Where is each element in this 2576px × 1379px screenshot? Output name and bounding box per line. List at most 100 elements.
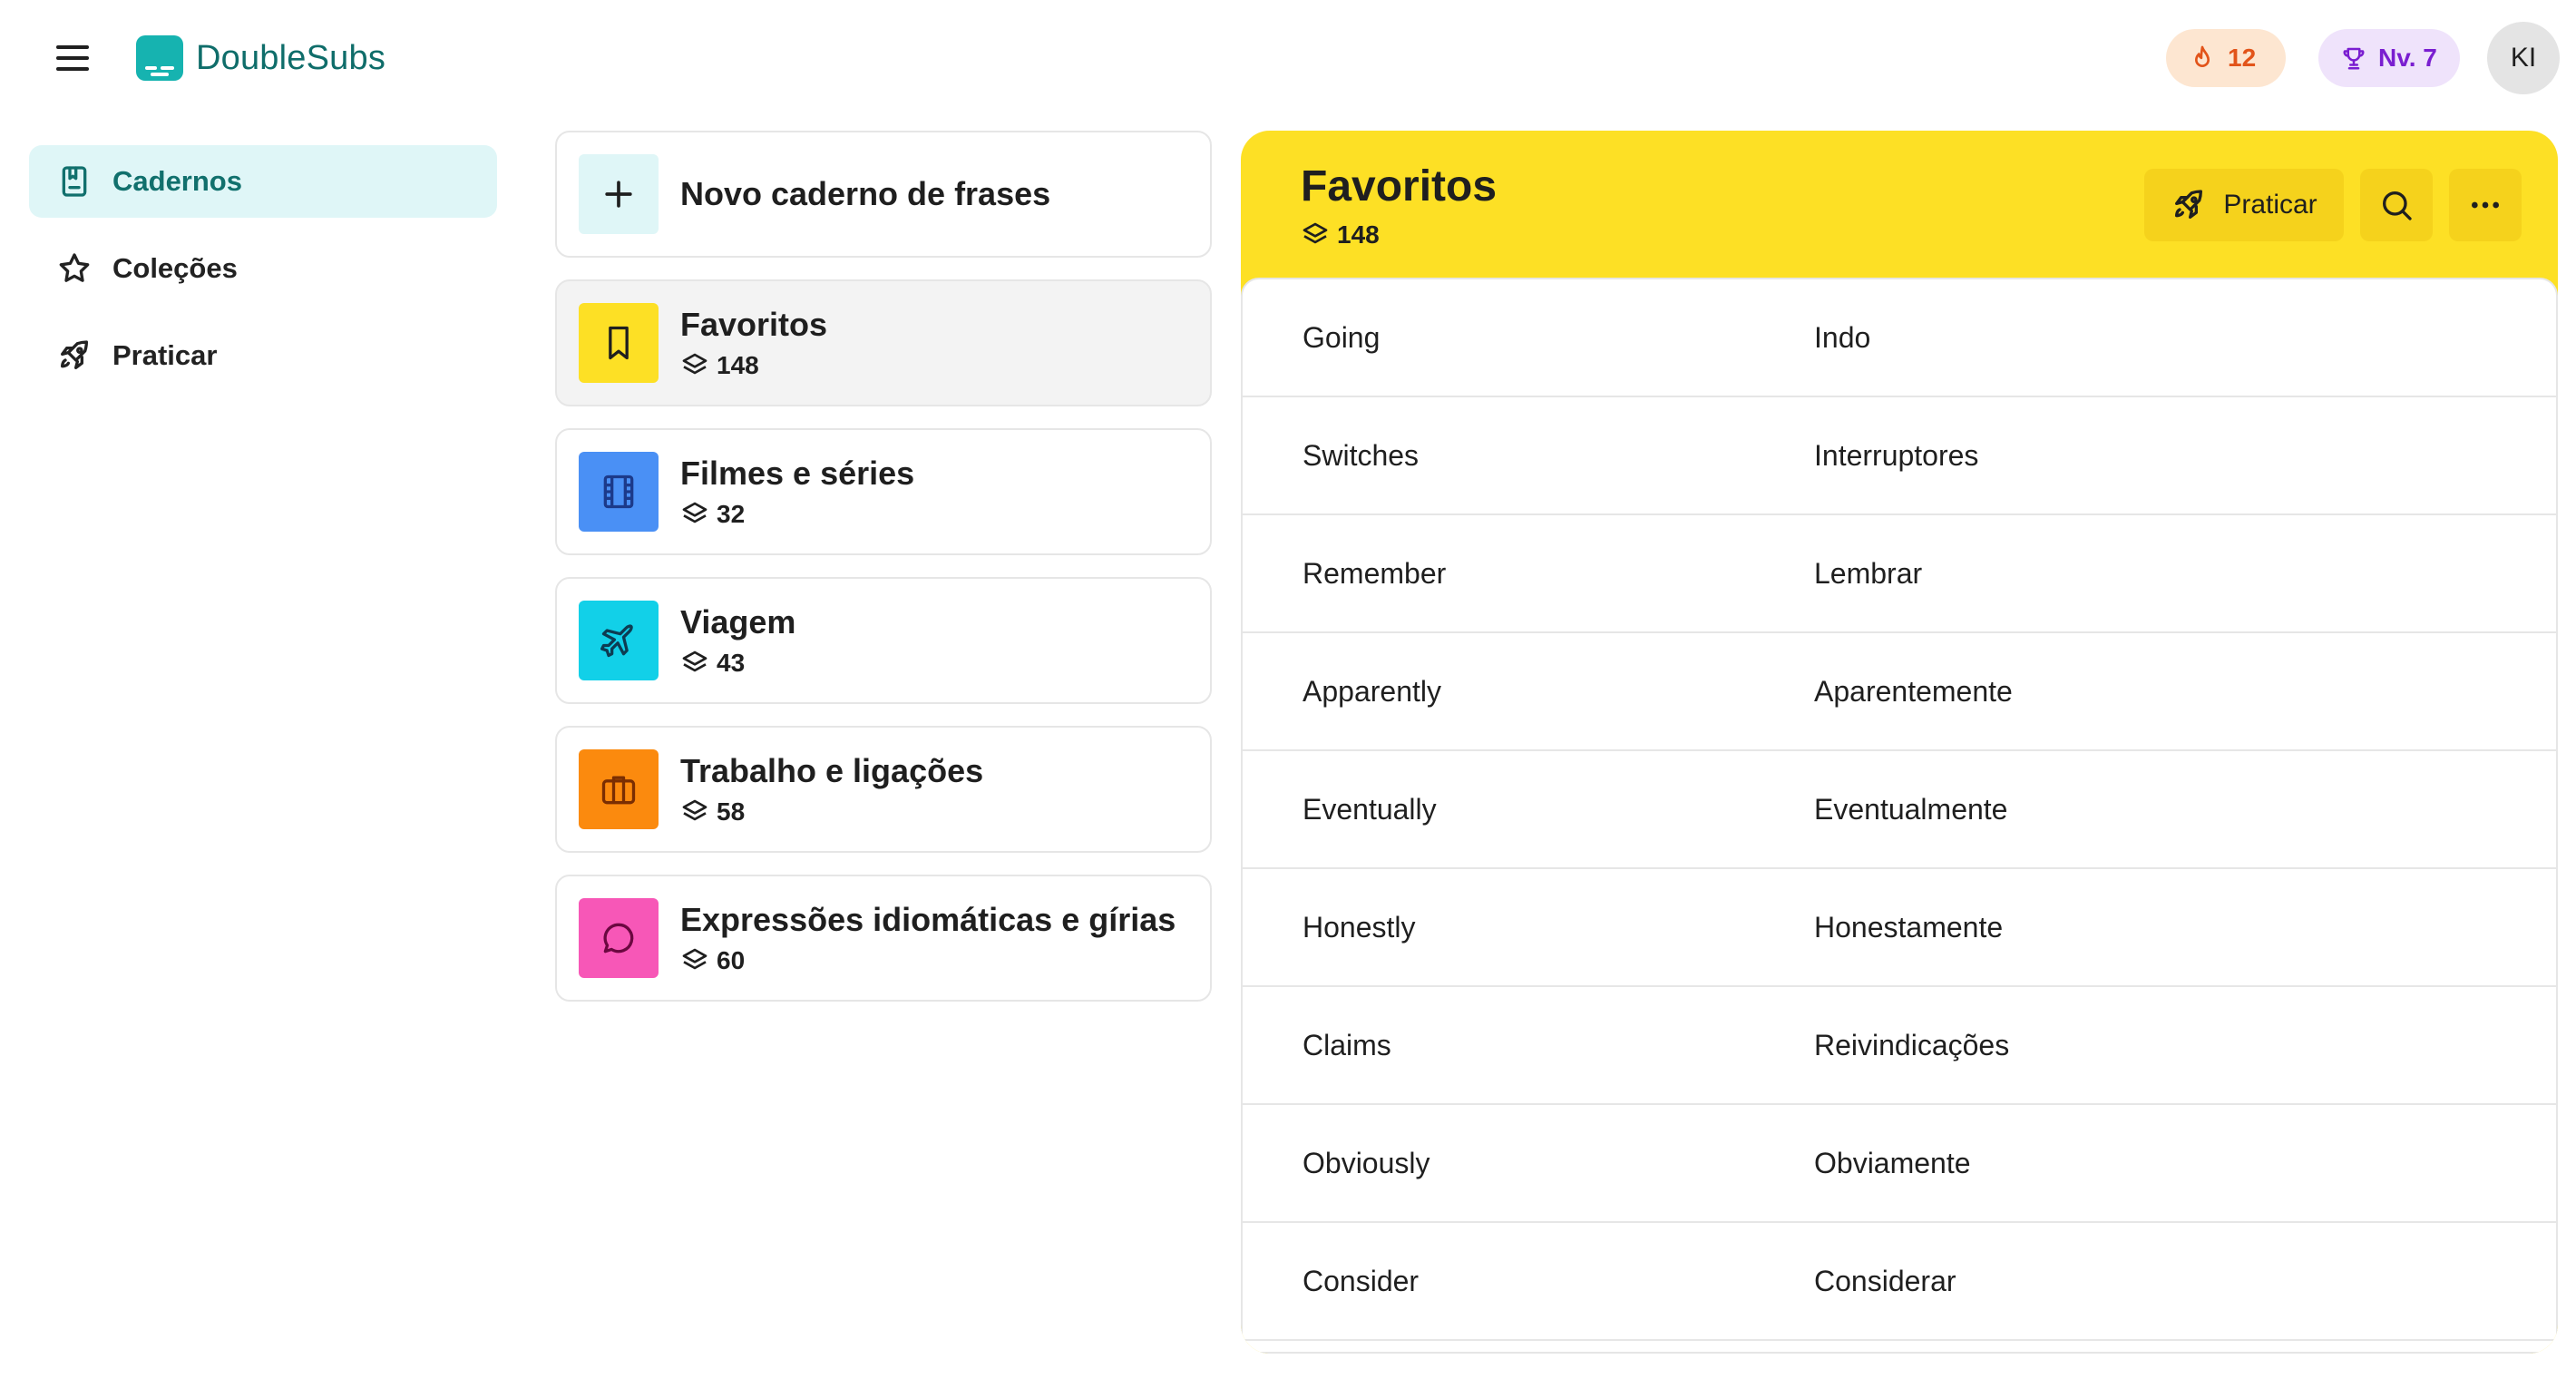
notebook-count-value: 43 <box>717 649 746 677</box>
phrase-translation: Indo <box>1814 320 1871 354</box>
plane-icon <box>579 601 659 680</box>
phrase-translation: Lembrar <box>1814 556 1923 590</box>
search-button[interactable] <box>2360 169 2433 241</box>
subtitles-logo-icon <box>136 35 183 81</box>
avatar-initials: KI <box>2510 43 2537 73</box>
practice-button[interactable]: Praticar <box>2144 169 2344 241</box>
phrase-translation: Eventualmente <box>1814 792 2008 826</box>
notebook-count-value: 32 <box>717 500 746 528</box>
hamburger-menu-icon[interactable] <box>56 45 89 71</box>
flame-icon <box>2195 45 2210 67</box>
briefcase-icon <box>579 749 659 829</box>
notebook-count-value: 58 <box>717 797 746 826</box>
layers-icon <box>1303 222 1328 244</box>
rocket-icon <box>2175 190 2203 219</box>
notebook-name: Viagem <box>680 603 796 641</box>
film-icon <box>579 452 659 532</box>
phrase-row[interactable]: Apparently Aparentemente <box>1243 633 2556 751</box>
notebook-name: Expressões idiomáticas e gírias <box>680 901 1176 938</box>
phrase-row[interactable]: Remember Lembrar <box>1243 515 2556 633</box>
chat-bubble-icon <box>579 898 659 978</box>
phrase-translation: Aparentemente <box>1814 674 2013 708</box>
panel-title: Favoritos <box>1301 162 1498 210</box>
phrase-term: Honestly <box>1303 910 1416 944</box>
app-name: DoubleSubs <box>196 38 386 77</box>
plus-icon <box>579 154 659 234</box>
phrase-row[interactable]: Going Indo <box>1243 279 2556 397</box>
sidebar-item-label: Praticar <box>112 339 218 371</box>
notebook-count: 32 <box>680 500 914 529</box>
phrase-row[interactable]: Consider Considerar <box>1243 1223 2556 1341</box>
phrase-translation: Interruptores <box>1814 438 1979 472</box>
panel-header: Favoritos 148 <box>1301 161 1497 249</box>
layers-icon <box>682 948 707 970</box>
streak-badge[interactable]: 12 <box>2166 29 2286 87</box>
notebook-name: Favoritos <box>680 306 828 343</box>
phrase-term: Consider <box>1303 1264 1420 1297</box>
notebook-count: 43 <box>680 649 795 678</box>
new-notebook-button[interactable]: Novo caderno de frases <box>555 131 1212 258</box>
streak-count: 12 <box>2228 44 2257 72</box>
notebook-card-trabalho-e-ligacoes[interactable]: Trabalho e ligações 58 <box>555 726 1212 853</box>
layers-icon <box>682 799 707 821</box>
level-label: Nv. 7 <box>2378 44 2437 72</box>
notebook-name: Filmes e séries <box>680 455 915 492</box>
notebook-card-expressoes[interactable]: Expressões idiomáticas e gírias 60 <box>555 875 1212 1002</box>
notebook-card-favoritos[interactable]: Favoritos 148 <box>555 279 1212 406</box>
hamburger-line <box>56 67 89 71</box>
phrase-translation: Obviamente <box>1814 1146 1971 1179</box>
phrase-row[interactable]: Obviously Obviamente <box>1243 1105 2556 1223</box>
sidebar-item-label: Coleções <box>112 252 238 284</box>
notebook-count-value: 148 <box>717 351 759 379</box>
phrase-row[interactable]: Switches Interruptores <box>1243 397 2556 515</box>
new-notebook-label: Novo caderno de frases <box>680 175 1051 212</box>
practice-button-label: Praticar <box>2223 190 2317 220</box>
user-avatar[interactable]: KI <box>2487 22 2560 94</box>
notebook-card-viagem[interactable]: Viagem 43 <box>555 577 1212 704</box>
panel-actions: Praticar <box>2144 169 2522 241</box>
panel-phrase-count: 148 <box>1301 220 1497 249</box>
phrase-term: Eventually <box>1303 792 1437 826</box>
phrase-term: Claims <box>1303 1028 1391 1061</box>
phrase-list: Going Indo Switches Interruptores Rememb… <box>1241 278 2558 1354</box>
layers-icon <box>682 353 707 375</box>
more-horizontal-icon <box>2472 201 2499 209</box>
notebook-icon <box>62 166 87 197</box>
panel-count-value: 148 <box>1337 220 1380 249</box>
notebook-count: 148 <box>680 351 827 380</box>
more-options-button[interactable] <box>2449 169 2522 241</box>
sidebar-item-cadernos[interactable]: Cadernos <box>29 145 497 218</box>
phrase-term: Apparently <box>1303 674 1441 708</box>
notebook-count-value: 60 <box>717 946 746 974</box>
notebook-name: Trabalho e ligações <box>680 752 984 789</box>
phrase-term: Obviously <box>1303 1146 1430 1179</box>
notebook-list: Novo caderno de frases Favoritos 148 Fil… <box>555 131 1212 1023</box>
phrase-translation: Considerar <box>1814 1264 1956 1297</box>
phrase-row[interactable]: Eventually Eventualmente <box>1243 751 2556 869</box>
phrase-row[interactable]: Honestly Honestamente <box>1243 869 2556 987</box>
phrase-term: Going <box>1303 320 1381 354</box>
phrase-translation: Reivindicações <box>1814 1028 2010 1061</box>
sidebar-item-colecoes[interactable]: Coleções <box>29 232 497 305</box>
layers-icon <box>682 502 707 523</box>
sidebar-item-label: Cadernos <box>112 165 242 197</box>
sidebar-nav: Cadernos Coleções Praticar <box>29 145 497 406</box>
sidebar-item-praticar[interactable]: Praticar <box>29 319 497 392</box>
trophy-icon <box>2343 47 2365 70</box>
notebook-card-filmes-e-series[interactable]: Filmes e séries 32 <box>555 428 1212 555</box>
phrase-row[interactable]: Claims Reivindicações <box>1243 987 2556 1105</box>
phrase-term: Remember <box>1303 556 1447 590</box>
rocket-icon <box>61 340 89 369</box>
notebook-count: 60 <box>680 946 1176 975</box>
level-badge[interactable]: Nv. 7 <box>2318 29 2460 87</box>
phrase-translation: Honestamente <box>1814 910 2004 944</box>
star-icon <box>59 253 90 282</box>
hamburger-line <box>56 56 89 60</box>
app-logo[interactable]: DoubleSubs <box>136 34 385 82</box>
phrase-term: Switches <box>1303 438 1420 472</box>
search-icon <box>2383 191 2412 220</box>
layers-icon <box>682 650 707 672</box>
hamburger-line <box>56 45 89 49</box>
notebook-count: 58 <box>680 797 983 826</box>
notebook-detail-panel: Favoritos 148 Praticar Going Indo Switch… <box>1241 131 2558 1354</box>
